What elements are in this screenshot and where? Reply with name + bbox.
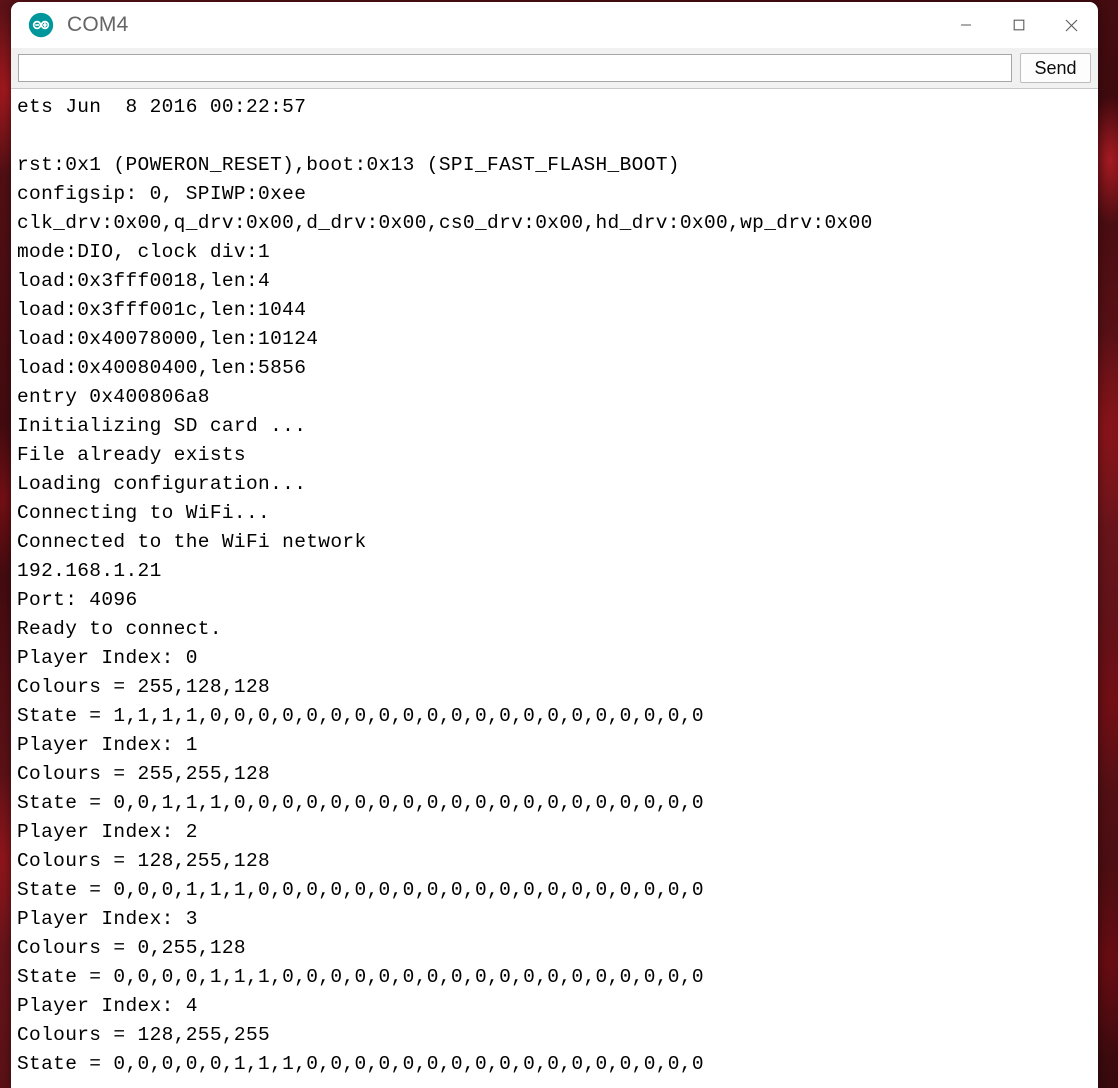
console-line: Ready to connect. (17, 615, 1098, 644)
console-line: Player Index: 4 (17, 992, 1098, 1021)
console-line: Player Index: 0 (17, 644, 1098, 673)
console-line: Port: 4096 (17, 586, 1098, 615)
window-title: COM4 (67, 13, 128, 37)
console-line: Loading configuration... (17, 470, 1098, 499)
console-line: configsip: 0, SPIWP:0xee (17, 180, 1098, 209)
console-line: State = 0,0,0,0,1,1,1,0,0,0,0,0,0,0,0,0,… (17, 963, 1098, 992)
console-line (17, 122, 1098, 151)
maximize-button[interactable] (992, 2, 1045, 48)
console-line: Player Index: 3 (17, 905, 1098, 934)
serial-send-input[interactable] (18, 54, 1012, 82)
console-line: State = 0,0,0,1,1,1,0,0,0,0,0,0,0,0,0,0,… (17, 876, 1098, 905)
console-line: Colours = 128,255,128 (17, 847, 1098, 876)
console-line: State = 1,1,1,1,0,0,0,0,0,0,0,0,0,0,0,0,… (17, 702, 1098, 731)
serial-console-output[interactable]: ets Jun 8 2016 00:22:57 rst:0x1 (POWERON_… (11, 89, 1098, 1088)
console-line: load:0x40080400,len:5856 (17, 354, 1098, 383)
console-line: Player Index: 2 (17, 818, 1098, 847)
console-line: State = 0,0,0,0,0,1,1,1,0,0,0,0,0,0,0,0,… (17, 1050, 1098, 1079)
console-line: State = 0,0,1,1,1,0,0,0,0,0,0,0,0,0,0,0,… (17, 789, 1098, 818)
console-line: entry 0x400806a8 (17, 383, 1098, 412)
console-line: Player Index: 1 (17, 731, 1098, 760)
send-toolbar: Send (11, 48, 1098, 89)
close-icon (1065, 19, 1078, 32)
console-line: Connected to the WiFi network (17, 528, 1098, 557)
console-line: rst:0x1 (POWERON_RESET),boot:0x13 (SPI_F… (17, 151, 1098, 180)
console-line: mode:DIO, clock div:1 (17, 238, 1098, 267)
console-line: load:0x3fff0018,len:4 (17, 267, 1098, 296)
minimize-icon (960, 19, 972, 31)
console-line: Colours = 0,255,128 (17, 934, 1098, 963)
console-line: Colours = 128,255,255 (17, 1021, 1098, 1050)
console-line: Connecting to WiFi... (17, 499, 1098, 528)
serial-monitor-window: COM4 Send ets Jun 8 2016 0 (11, 2, 1098, 1088)
window-controls (939, 2, 1098, 48)
console-line: Colours = 255,255,128 (17, 760, 1098, 789)
console-line: File already exists (17, 441, 1098, 470)
console-line: 192.168.1.21 (17, 557, 1098, 586)
console-line: load:0x40078000,len:10124 (17, 325, 1098, 354)
console-line: load:0x3fff001c,len:1044 (17, 296, 1098, 325)
minimize-button[interactable] (939, 2, 992, 48)
console-line: Initializing SD card ... (17, 412, 1098, 441)
console-line: clk_drv:0x00,q_drv:0x00,d_drv:0x00,cs0_d… (17, 209, 1098, 238)
console-line: ets Jun 8 2016 00:22:57 (17, 93, 1098, 122)
title-bar[interactable]: COM4 (11, 2, 1098, 48)
send-button[interactable]: Send (1020, 53, 1091, 83)
close-button[interactable] (1045, 2, 1098, 48)
console-line: Colours = 255,128,128 (17, 673, 1098, 702)
arduino-infinity-icon (28, 12, 54, 38)
maximize-icon (1013, 19, 1025, 31)
